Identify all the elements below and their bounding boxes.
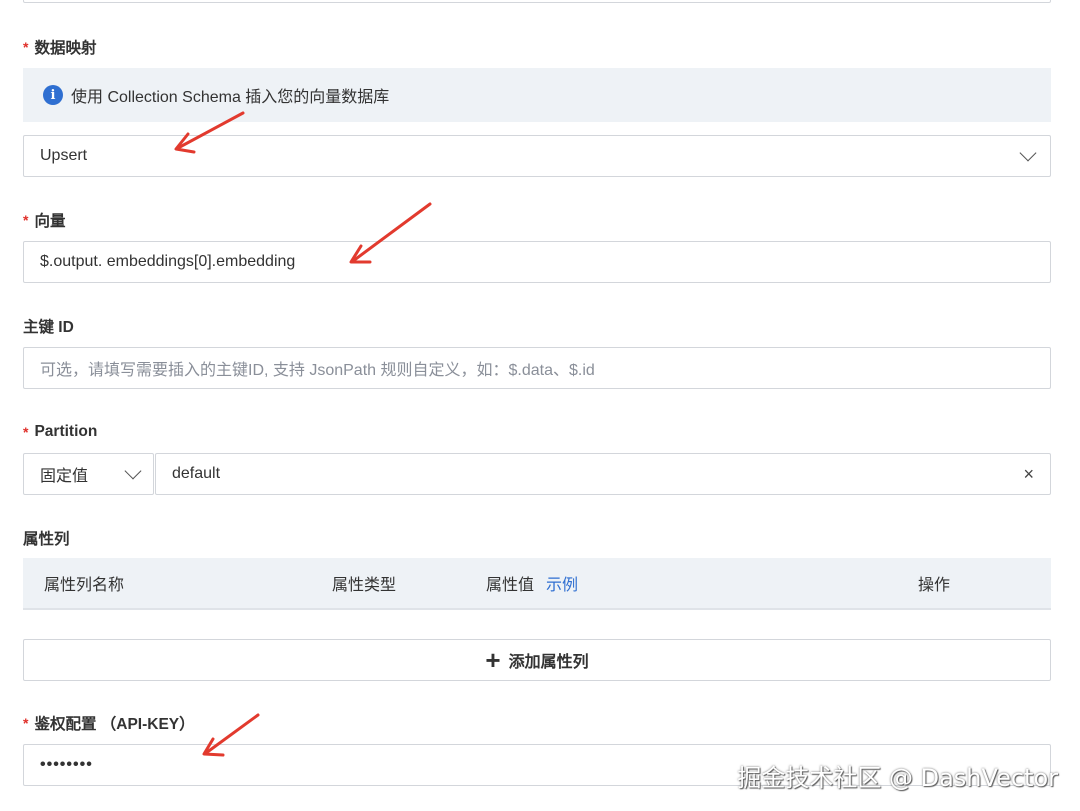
annotation-arrow — [174, 111, 432, 757]
watermark: 掘金技术社区 @ DashVector — [737, 764, 1058, 792]
